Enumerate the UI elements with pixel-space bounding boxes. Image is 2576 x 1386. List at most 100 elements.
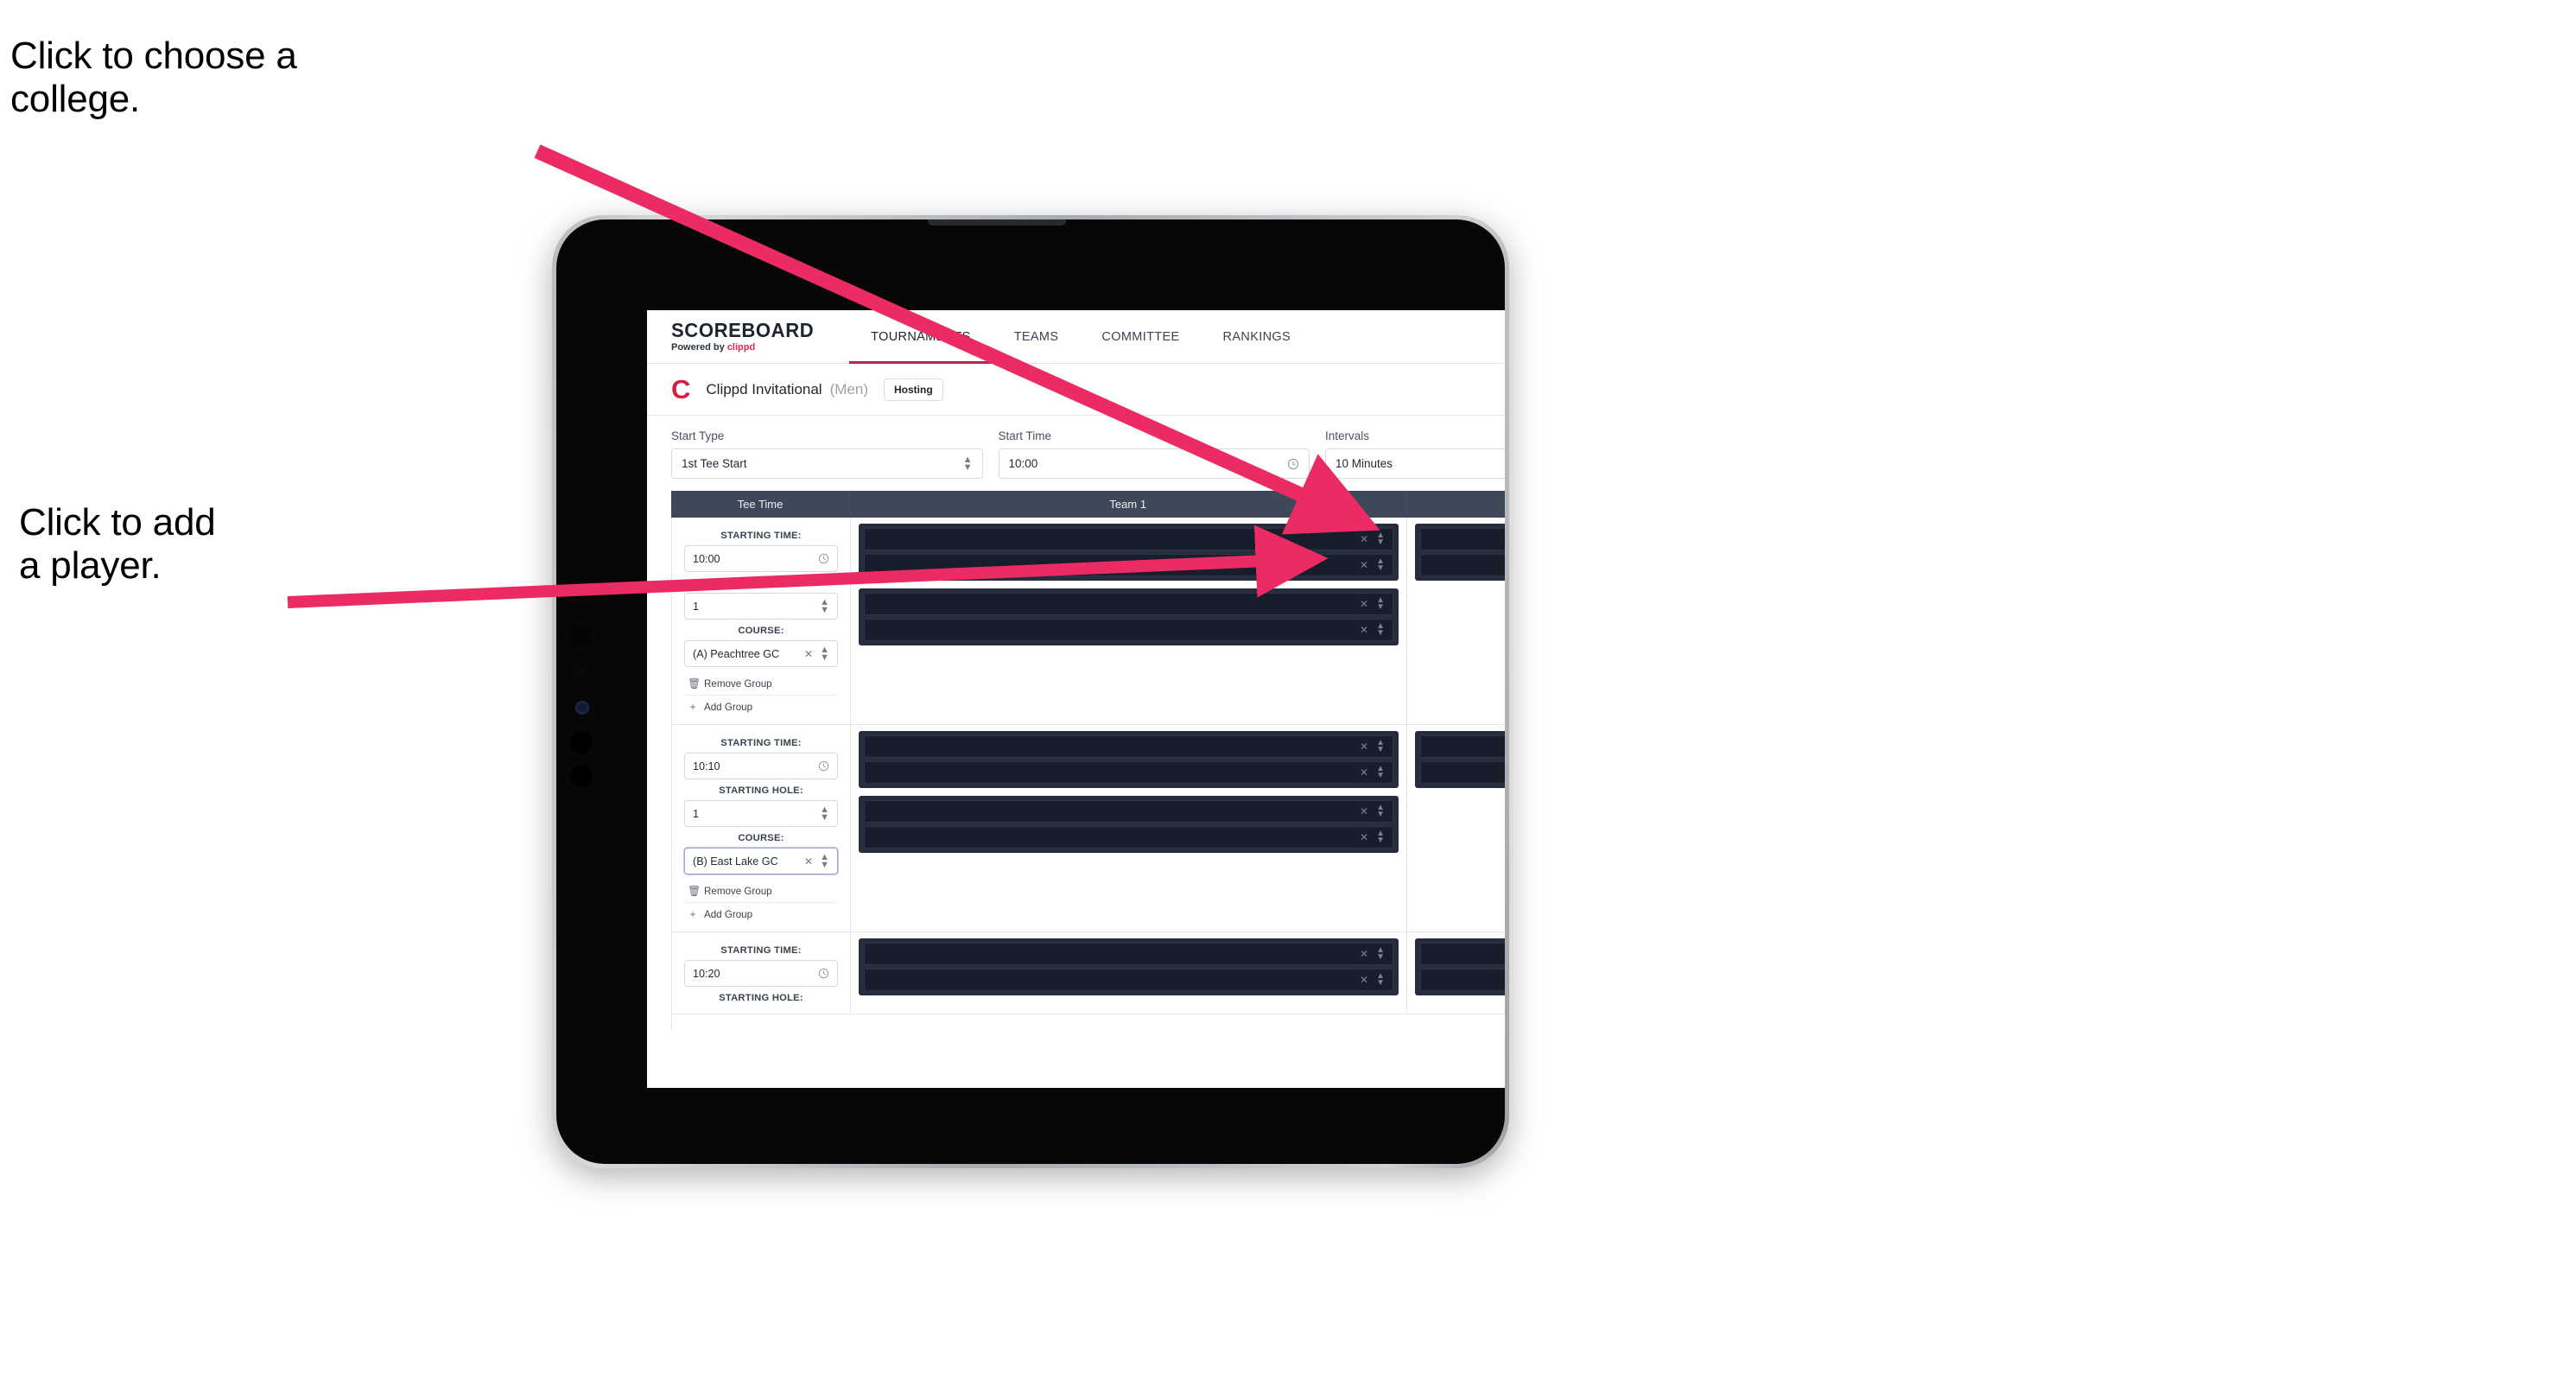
starting-hole-stepper[interactable]: 1 ▲ ▼ bbox=[684, 800, 838, 827]
starting-time-label: STARTING TIME: bbox=[720, 531, 802, 541]
player-slot[interactable]: ✕ ▲▼ bbox=[864, 761, 1393, 784]
course-select[interactable]: (A) Peachtree GC ✕ ▲ ▼ bbox=[684, 640, 838, 667]
clear-x-icon[interactable]: ✕ bbox=[1360, 805, 1368, 817]
clear-x-icon[interactable]: ✕ bbox=[1360, 533, 1368, 545]
stepper-icon[interactable]: ▲ ▼ bbox=[1376, 765, 1385, 780]
tablet-sensor-icon bbox=[579, 668, 586, 675]
team-2-cell: ✕▲▼ ✕▲▼ bbox=[1407, 725, 1505, 931]
stepper-icon[interactable]: ▲ ▼ bbox=[963, 455, 973, 472]
stepper-icon[interactable]: ▲ ▼ bbox=[1376, 622, 1385, 638]
stepper-icon[interactable]: ▲ ▼ bbox=[1376, 830, 1385, 845]
tee-time-cell: STARTING TIME: 10:20 STARTING HOLE: bbox=[672, 932, 851, 1014]
course-select[interactable]: (B) East Lake GC ✕ ▲ ▼ bbox=[684, 848, 838, 874]
player-group-block: ✕ ▲▼ ✕ ▲▼ bbox=[859, 588, 1399, 645]
starting-time-input[interactable]: 10:00 bbox=[684, 545, 838, 572]
player-slot[interactable]: ✕▲▼ bbox=[1420, 554, 1505, 576]
start-type-select[interactable]: 1st Tee Start ▲ ▼ bbox=[671, 448, 983, 479]
player-slot-actions: ✕ ▲ ▼ bbox=[1360, 531, 1385, 547]
nav-tab-tournaments[interactable]: TOURNAMENTS bbox=[849, 310, 993, 364]
intervals-input[interactable]: 10 Minutes bbox=[1325, 448, 1505, 479]
clear-x-icon[interactable]: ✕ bbox=[1360, 974, 1368, 986]
tee-time-group-row: STARTING TIME: 10:10 STARTING HOLE: 1 ▲ ▼ COUR… bbox=[672, 725, 1505, 932]
tablet-screen: SCOREBOARD Powered by clippd TOURNAMENTS… bbox=[556, 219, 1505, 1164]
annotation-add-player: Click to add a player. bbox=[19, 501, 216, 588]
starting-time-label: STARTING TIME: bbox=[720, 738, 802, 748]
stepper-icon[interactable]: ▲ ▼ bbox=[820, 805, 829, 822]
start-time-input[interactable]: 10:00 bbox=[998, 448, 1310, 479]
clear-x-icon[interactable]: ✕ bbox=[804, 648, 813, 660]
tablet-camera3-icon bbox=[570, 765, 593, 787]
player-slot[interactable]: ✕▲▼ bbox=[1420, 761, 1505, 784]
annotation-choose-college: Click to choose a college. bbox=[10, 35, 297, 121]
clear-x-icon[interactable]: ✕ bbox=[1360, 559, 1368, 571]
app-topbar: SCOREBOARD Powered by clippd TOURNAMENTS… bbox=[647, 310, 1505, 364]
starting-time-input[interactable]: 10:10 bbox=[684, 753, 838, 779]
clock-icon[interactable] bbox=[818, 760, 829, 772]
starting-hole-label: STARTING HOLE: bbox=[719, 785, 803, 796]
clear-x-icon[interactable]: ✕ bbox=[1360, 598, 1368, 610]
player-slot[interactable]: ✕ ▲▼ bbox=[864, 554, 1393, 576]
tee-time-group-row: STARTING TIME:10:20STARTING HOLE:✕▲▼✕▲▼✕… bbox=[672, 932, 1505, 1014]
intervals-label: Intervals bbox=[1325, 429, 1370, 442]
tablet-camera2-icon bbox=[570, 731, 593, 753]
starting-hole-stepper[interactable]: 1 ▲ ▼ bbox=[684, 593, 838, 620]
clock-icon[interactable] bbox=[818, 968, 829, 979]
player-slot[interactable]: ✕▲▼ bbox=[1420, 735, 1505, 758]
clear-and-stepper-icons[interactable]: ✕ ▲ ▼ bbox=[804, 853, 829, 869]
add-group-link[interactable]: + Add Group bbox=[684, 903, 838, 925]
nav-tab-committee[interactable]: COMMITTEE bbox=[1080, 310, 1201, 363]
player-slot[interactable]: ✕ ▲▼ bbox=[864, 800, 1393, 823]
stepper-icon[interactable]: ▲ ▼ bbox=[1376, 596, 1385, 612]
brand-name: SCOREBOARD bbox=[671, 319, 815, 341]
remove-group-link[interactable]: 🗑 Remove Group bbox=[684, 672, 838, 696]
stepper-icon[interactable]: ▲ ▼ bbox=[1376, 946, 1385, 962]
stepper-icon[interactable]: ▲ ▼ bbox=[1376, 804, 1385, 819]
player-slot-actions: ✕ ▲ ▼ bbox=[1360, 946, 1385, 962]
clear-x-icon[interactable]: ✕ bbox=[804, 855, 813, 868]
stepper-icon[interactable]: ▲ ▼ bbox=[1376, 557, 1385, 573]
stepper-icon[interactable]: ▲ ▼ bbox=[1376, 531, 1385, 547]
stepper-icon[interactable]: ▲ ▼ bbox=[820, 598, 829, 614]
tablet-camera-icon bbox=[570, 625, 593, 647]
clock-icon[interactable] bbox=[818, 553, 829, 564]
player-slot[interactable]: ✕ ▲▼ bbox=[864, 969, 1393, 991]
clear-x-icon[interactable]: ✕ bbox=[1360, 948, 1368, 960]
player-slot[interactable]: ✕ ▲▼ bbox=[864, 735, 1393, 758]
clock-icon[interactable] bbox=[1287, 458, 1299, 470]
starting-hole-label: STARTING HOLE: bbox=[719, 578, 803, 588]
clear-x-icon[interactable]: ✕ bbox=[1360, 831, 1368, 843]
stepper-icon[interactable]: ▲ ▼ bbox=[820, 853, 829, 869]
player-slot[interactable]: ✕▲▼ bbox=[1420, 943, 1505, 965]
player-slot-actions: ✕ ▲ ▼ bbox=[1360, 830, 1385, 845]
start-type-label: Start Type bbox=[671, 429, 725, 442]
player-slot[interactable]: ✕ ▲▼ bbox=[864, 528, 1393, 550]
player-slot-actions: ✕ ▲ ▼ bbox=[1360, 972, 1385, 988]
clippd-c-logo-icon: C bbox=[671, 374, 691, 404]
nav-tab-teams[interactable]: TEAMS bbox=[993, 310, 1081, 363]
control-start-type: Start Type 1st Tee Start ▲ ▼ bbox=[671, 429, 983, 479]
clear-and-stepper-icons[interactable]: ✕ ▲ ▼ bbox=[804, 645, 829, 662]
player-slot[interactable]: ✕▲▼ bbox=[1420, 528, 1505, 550]
starting-time-input[interactable]: 10:20 bbox=[684, 960, 838, 987]
player-group-block: ✕ ▲▼ ✕ ▲▼ bbox=[859, 796, 1399, 853]
clear-x-icon[interactable]: ✕ bbox=[1360, 741, 1368, 753]
primary-nav: TOURNAMENTS TEAMS COMMITTEE RANKINGS bbox=[849, 310, 1313, 364]
player-slot-actions: ✕ ▲ ▼ bbox=[1360, 739, 1385, 754]
stepper-icon[interactable]: ▲ ▼ bbox=[1376, 972, 1385, 988]
clear-x-icon[interactable]: ✕ bbox=[1360, 624, 1368, 636]
player-slot[interactable]: ✕ ▲▼ bbox=[864, 593, 1393, 615]
player-slot[interactable]: ✕ ▲▼ bbox=[864, 943, 1393, 965]
remove-group-link[interactable]: 🗑 Remove Group bbox=[684, 880, 838, 903]
stepper-icon[interactable]: ▲ ▼ bbox=[1376, 739, 1385, 754]
add-group-link[interactable]: + Add Group bbox=[684, 696, 838, 718]
clear-x-icon[interactable]: ✕ bbox=[1360, 766, 1368, 779]
nav-tab-rankings[interactable]: RANKINGS bbox=[1202, 310, 1313, 363]
status-badge: Hosting bbox=[884, 378, 943, 401]
stepper-icon[interactable]: ▲ ▼ bbox=[820, 645, 829, 662]
player-slot[interactable]: ✕▲▼ bbox=[1420, 969, 1505, 991]
player-group-block: ✕▲▼ ✕▲▼ bbox=[1415, 524, 1505, 581]
intervals-value: 10 Minutes bbox=[1336, 457, 1393, 470]
player-slot[interactable]: ✕ ▲▼ bbox=[864, 619, 1393, 641]
player-slot[interactable]: ✕ ▲▼ bbox=[864, 826, 1393, 849]
tee-sheet-grid: Tee Time Team 1 Team 2 STARTING TIME: 10:… bbox=[647, 491, 1505, 1031]
